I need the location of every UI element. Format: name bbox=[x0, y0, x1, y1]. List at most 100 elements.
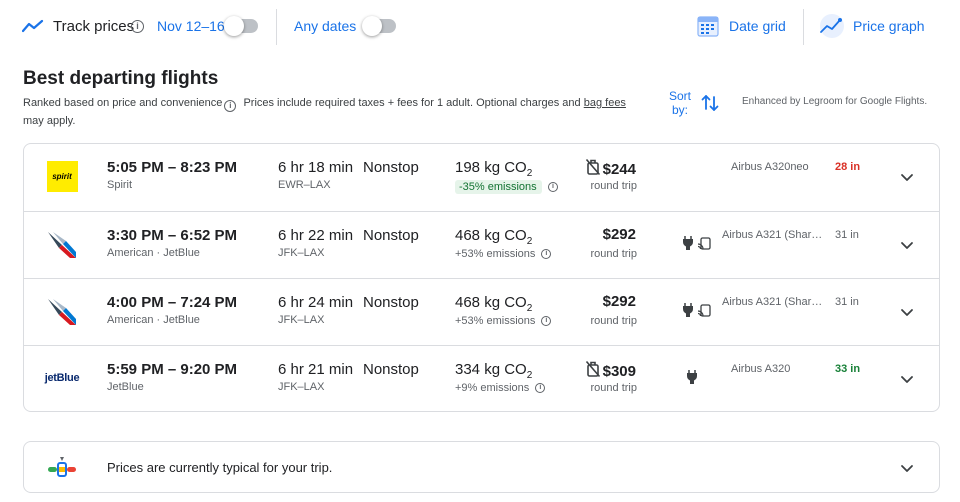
top-bar: Track prices i Nov 12–16 Any dates Date … bbox=[0, 0, 960, 52]
flight-route: JFK–LAX bbox=[278, 247, 325, 259]
any-dates-toggle[interactable] bbox=[362, 16, 396, 36]
flight-times: 5:05 PM – 8:23 PM bbox=[107, 159, 238, 176]
chevron-down-icon[interactable] bbox=[899, 371, 915, 392]
price-note: round trip bbox=[590, 315, 637, 327]
info-icon[interactable]: i bbox=[224, 100, 237, 112]
emissions-text: +9% emissions i bbox=[455, 382, 546, 394]
emissions-text: +53% emissions i bbox=[455, 315, 552, 327]
chevron-down-icon[interactable] bbox=[899, 237, 915, 258]
track-dates-toggle[interactable] bbox=[224, 16, 258, 36]
info-icon[interactable]: i bbox=[131, 0, 144, 52]
power-outlet-icon bbox=[687, 369, 697, 385]
flights-list: spirit 5:05 PM – 8:23 PM Spirit 6 hr 18 … bbox=[23, 143, 940, 412]
legroom-value: 28 in bbox=[835, 161, 861, 173]
price-block: $309 bbox=[582, 360, 636, 383]
chevron-down-icon[interactable] bbox=[899, 304, 915, 325]
legroom-value: 31 in bbox=[835, 296, 859, 308]
flight-route: JFK–LAX bbox=[278, 314, 325, 326]
bag-fees-link[interactable]: bag fees bbox=[584, 97, 626, 109]
section-subtitle: Ranked based on price and convenience i P… bbox=[23, 94, 663, 130]
price-block: $292 bbox=[582, 293, 636, 310]
chevron-down-icon[interactable] bbox=[899, 460, 915, 481]
section-title: Best departing flights bbox=[23, 68, 219, 89]
aircraft-type: Airbus A321 (Shar… bbox=[722, 296, 823, 308]
american-airlines-logo-icon bbox=[46, 228, 78, 260]
no-carry-on-bag-icon bbox=[585, 158, 601, 181]
no-carry-on-bag-icon bbox=[585, 360, 601, 383]
american-airlines-logo-icon bbox=[46, 295, 78, 327]
emissions-text: +53% emissions i bbox=[455, 248, 552, 260]
track-prices-label: Track prices bbox=[53, 17, 135, 35]
any-dates-label: Any dates bbox=[294, 18, 357, 34]
flight-duration: 6 hr 18 min bbox=[278, 159, 354, 176]
date-grid-button[interactable]: Date grid bbox=[729, 0, 786, 52]
co2-value: 468 kg CO2 bbox=[455, 227, 533, 247]
price-note: round trip bbox=[590, 180, 637, 192]
streaming-icon bbox=[698, 235, 711, 251]
flight-price: $292 bbox=[602, 293, 636, 310]
prices-note: Prices include required taxes + fees for… bbox=[243, 97, 581, 109]
price-note: round trip bbox=[590, 248, 637, 260]
price-graph-icon[interactable] bbox=[818, 0, 846, 52]
flight-price: $309 bbox=[602, 363, 636, 380]
info-icon[interactable]: i bbox=[541, 249, 552, 259]
airline-name: American · JetBlue bbox=[107, 247, 200, 259]
legroom-value: 31 in bbox=[835, 229, 859, 241]
legroom-credit: Enhanced by Legroom for Google Flights. bbox=[742, 96, 928, 107]
flight-row[interactable]: spirit 5:05 PM – 8:23 PM Spirit 6 hr 18 … bbox=[24, 144, 939, 211]
airline-name: American · JetBlue bbox=[107, 314, 200, 326]
flight-times: 5:59 PM – 9:20 PM bbox=[107, 361, 238, 378]
aircraft-type: Airbus A321 (Shar… bbox=[722, 229, 823, 241]
flight-times: 3:30 PM – 6:52 PM bbox=[107, 227, 238, 244]
info-icon[interactable]: i bbox=[548, 182, 558, 192]
divider bbox=[276, 9, 277, 45]
price-level-indicator-icon bbox=[47, 456, 77, 483]
date-grid-icon[interactable] bbox=[696, 0, 720, 52]
chevron-down-icon[interactable] bbox=[899, 169, 915, 190]
flight-row[interactable]: jetBlue 5:59 PM – 9:20 PM JetBlue 6 hr 2… bbox=[24, 345, 939, 411]
flight-price: $244 bbox=[602, 161, 636, 178]
divider bbox=[803, 9, 804, 45]
power-outlet-icon bbox=[683, 302, 693, 318]
flight-row[interactable]: 4:00 PM – 7:24 PM American · JetBlue 6 h… bbox=[24, 278, 939, 345]
flight-stops: Nonstop bbox=[363, 159, 419, 176]
flight-route: JFK–LAX bbox=[278, 381, 325, 393]
streaming-icon bbox=[698, 302, 711, 318]
may-apply-text: may apply. bbox=[23, 115, 76, 127]
airline-name: Spirit bbox=[107, 179, 133, 191]
spirit-logo-icon: spirit bbox=[46, 160, 78, 192]
aircraft-type: Airbus A320neo bbox=[731, 161, 809, 173]
price-insight-text: Prices are currently typical for your tr… bbox=[107, 460, 333, 475]
price-graph-button[interactable]: Price graph bbox=[853, 0, 925, 52]
flight-stops: Nonstop bbox=[363, 294, 419, 311]
price-note: round trip bbox=[590, 382, 637, 394]
track-dates-label: Nov 12–16 bbox=[157, 18, 225, 34]
flight-duration: 6 hr 22 min bbox=[278, 227, 354, 244]
price-block: $244 bbox=[582, 158, 636, 181]
flight-duration: 6 hr 24 min bbox=[278, 294, 354, 311]
trending-line-icon bbox=[22, 0, 46, 52]
flight-route: EWR–LAX bbox=[278, 179, 331, 191]
price-block: $292 bbox=[582, 226, 636, 243]
jetblue-logo-icon: jetBlue bbox=[44, 372, 80, 384]
airline-name: JetBlue bbox=[107, 381, 144, 393]
flight-stops: Nonstop bbox=[363, 227, 419, 244]
power-outlet-icon bbox=[683, 235, 693, 251]
co2-value: 334 kg CO2 bbox=[455, 361, 533, 381]
sort-icon[interactable] bbox=[700, 93, 720, 118]
co2-value: 198 kg CO2 bbox=[455, 159, 533, 179]
legroom-value: 33 in bbox=[835, 363, 861, 375]
ranked-text: Ranked based on price and convenience bbox=[23, 97, 223, 109]
flight-duration: 6 hr 21 min bbox=[278, 361, 354, 378]
flight-times: 4:00 PM – 7:24 PM bbox=[107, 294, 238, 311]
emissions-badge: -35% emissions i bbox=[455, 180, 558, 194]
aircraft-type: Airbus A320 bbox=[731, 363, 791, 375]
sort-by-button[interactable]: Sort by: bbox=[667, 89, 693, 117]
flight-price: $292 bbox=[602, 226, 636, 243]
info-icon[interactable]: i bbox=[541, 316, 552, 326]
flight-stops: Nonstop bbox=[363, 361, 419, 378]
price-insight-card[interactable]: Prices are currently typical for your tr… bbox=[23, 441, 940, 493]
info-icon[interactable]: i bbox=[535, 383, 546, 393]
co2-value: 468 kg CO2 bbox=[455, 294, 533, 314]
flight-row[interactable]: 3:30 PM – 6:52 PM American · JetBlue 6 h… bbox=[24, 211, 939, 278]
